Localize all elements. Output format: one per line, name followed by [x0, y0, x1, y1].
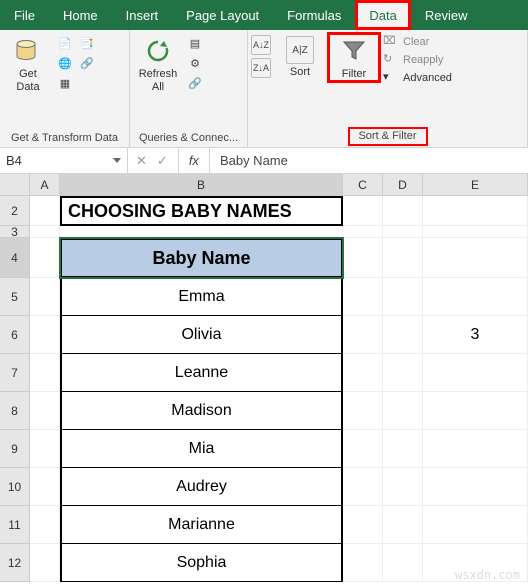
list-icon: ▤ [187, 35, 203, 51]
table-row[interactable]: Olivia [60, 316, 343, 354]
colhead-D[interactable]: D [383, 174, 423, 196]
refresh-all-button[interactable]: Refresh All [133, 34, 183, 93]
sort-za-button[interactable]: Z↓A [251, 58, 271, 78]
group-label-get-transform: Get & Transform Data [0, 130, 129, 147]
rowhead-3[interactable]: 3 [0, 226, 30, 238]
web-icon: 🌐 [57, 55, 73, 71]
rowhead-7[interactable]: 7 [0, 354, 30, 392]
tab-home[interactable]: Home [49, 0, 112, 30]
tab-insert[interactable]: Insert [112, 0, 173, 30]
chevron-down-icon [113, 158, 121, 163]
value-cell-e6[interactable]: 3 [423, 316, 528, 354]
reapply-button[interactable]: ↻Reapply [383, 52, 452, 68]
properties-button[interactable]: ⚙ [185, 54, 205, 72]
recent-icon: 📑 [79, 35, 95, 51]
properties-icon: ⚙ [187, 55, 203, 71]
rowhead-6[interactable]: 6 [0, 316, 30, 354]
existing-conn-button[interactable]: 🔗 [77, 54, 97, 72]
funnel-advanced-icon: ▾ [383, 70, 399, 86]
ribbon-tabs: File Home Insert Page Layout Formulas Da… [0, 0, 528, 30]
formula-input[interactable]: Baby Name [220, 153, 288, 168]
rowhead-8[interactable]: 8 [0, 392, 30, 430]
text-file-icon: 📄 [57, 35, 73, 51]
formula-bar-row: B4 ✕ ✓ fx Baby Name [0, 148, 528, 174]
ribbon: Get Data 📄 🌐 ▦ 📑 🔗 Get & Transform Data … [0, 30, 528, 148]
header-cell-baby-name[interactable]: Baby Name [60, 238, 343, 278]
cancel-formula-button[interactable]: ✕ [136, 153, 147, 169]
title-cell[interactable]: CHOOSING BABY NAMES [60, 196, 343, 226]
database-icon [12, 36, 44, 66]
table-row[interactable]: Sophia [60, 544, 343, 582]
funnel-icon [338, 36, 370, 66]
table-row[interactable]: Madison [60, 392, 343, 430]
clear-filter-button[interactable]: ⌧Clear [383, 34, 452, 50]
colhead-A[interactable]: A [30, 174, 60, 196]
sort-button[interactable]: A|Z Sort [275, 34, 325, 79]
table-row[interactable]: Mia [60, 430, 343, 468]
table-row[interactable]: Emma [60, 278, 343, 316]
rowhead-10[interactable]: 10 [0, 468, 30, 506]
tab-formulas[interactable]: Formulas [273, 0, 355, 30]
recent-sources-button[interactable]: 📑 [77, 34, 97, 52]
colhead-B[interactable]: B [60, 174, 343, 196]
get-data-button[interactable]: Get Data [3, 34, 53, 93]
from-web-button[interactable]: 🌐 [55, 54, 75, 72]
advanced-filter-button[interactable]: ▾Advanced [383, 70, 452, 86]
name-box[interactable]: B4 [0, 148, 128, 173]
rowhead-2[interactable]: 2 [0, 196, 30, 226]
connection-icon: 🔗 [79, 55, 95, 71]
sort-az-button[interactable]: A↓Z [251, 35, 271, 55]
edit-links-button[interactable]: 🔗 [185, 74, 205, 92]
table-row[interactable]: Marianne [60, 506, 343, 544]
rowhead-9[interactable]: 9 [0, 430, 30, 468]
table-row[interactable]: Audrey [60, 468, 343, 506]
column-headers: A B C D E [0, 174, 528, 196]
table-icon: ▦ [57, 75, 73, 91]
tab-review[interactable]: Review [411, 0, 482, 30]
table-row[interactable]: Leanne [60, 354, 343, 392]
rowhead-5[interactable]: 5 [0, 278, 30, 316]
refresh-icon [142, 36, 174, 66]
rowhead-4[interactable]: 4 [0, 238, 30, 278]
from-table-button[interactable]: ▦ [55, 74, 75, 92]
select-all-corner[interactable] [0, 174, 30, 196]
group-label-sort-filter: Sort & Filter [349, 128, 427, 145]
colhead-C[interactable]: C [343, 174, 383, 196]
funnel-reapply-icon: ↻ [383, 52, 399, 68]
funnel-clear-icon: ⌧ [383, 34, 399, 50]
from-text-button[interactable]: 📄 [55, 34, 75, 52]
tab-page-layout[interactable]: Page Layout [172, 0, 273, 30]
queries-button[interactable]: ▤ [185, 34, 205, 52]
accept-formula-button[interactable]: ✓ [157, 153, 168, 169]
rowhead-12[interactable]: 12 [0, 544, 30, 582]
sort-icon: A|Z [286, 36, 314, 64]
colhead-E[interactable]: E [423, 174, 528, 196]
filter-button[interactable]: Filter [329, 34, 379, 81]
worksheet-grid: 2 3 4 5 6 7 8 9 10 11 12 CHOOSING BABY N… [0, 196, 528, 582]
fx-icon[interactable]: fx [189, 153, 199, 168]
watermark: wsxdn.com [455, 568, 520, 582]
tab-data[interactable]: Data [355, 0, 410, 30]
sort-az-za: A↓Z A|Z Sort Z↓A [251, 34, 325, 79]
rowhead-11[interactable]: 11 [0, 506, 30, 544]
group-label-queries: Queries & Connec... [130, 130, 247, 147]
tab-file[interactable]: File [0, 0, 49, 30]
links-icon: 🔗 [187, 75, 203, 91]
